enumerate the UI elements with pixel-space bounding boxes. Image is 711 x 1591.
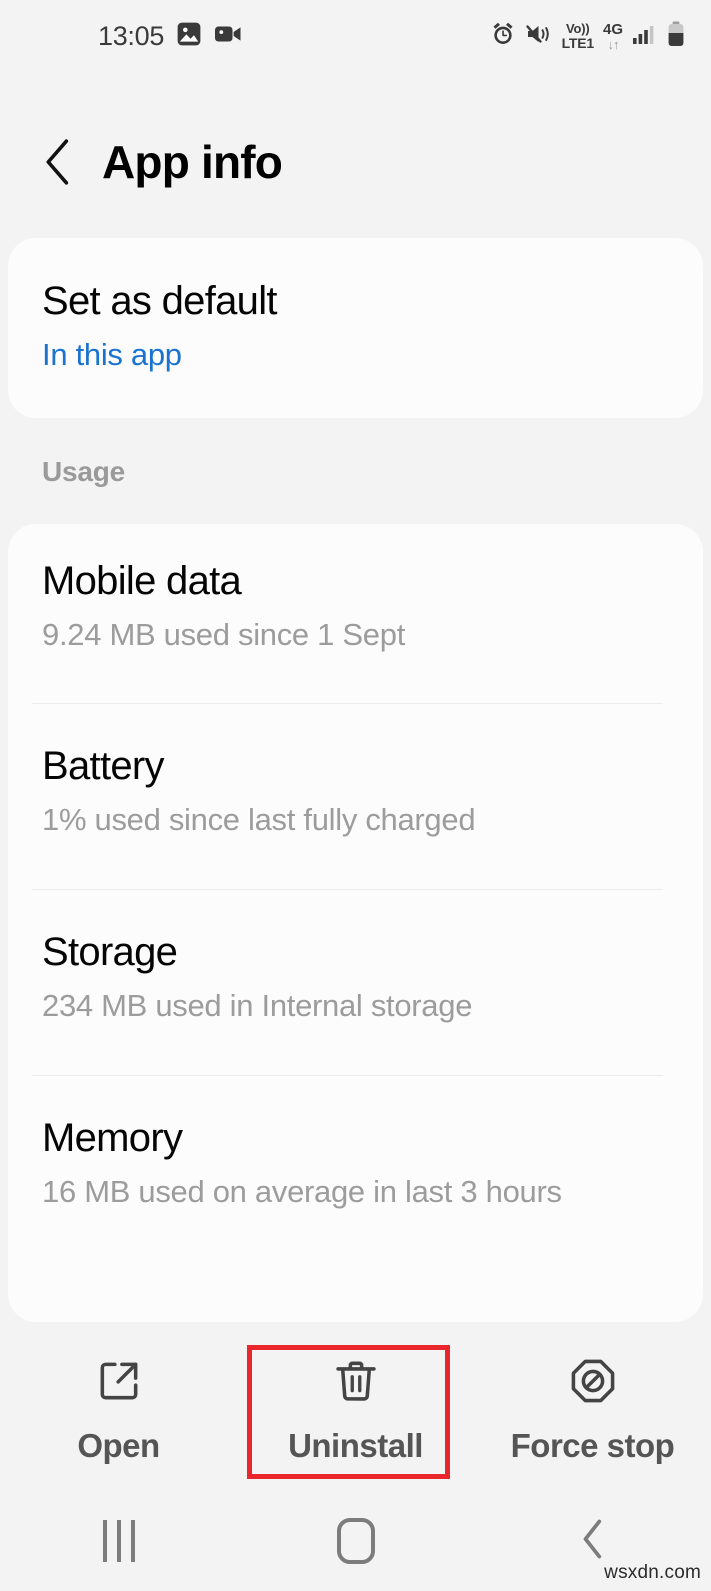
memory-subtitle: 16 MB used on average in last 3 hours [42,1174,562,1210]
usage-row-memory[interactable]: Memory 16 MB used on average in last 3 h… [0,1116,711,1212]
watermark: wsxdn.com [604,1562,701,1583]
force-stop-button[interactable]: Force stop [474,1330,711,1490]
mute-vibrate-icon [525,21,553,52]
battery-title: Battery [42,744,165,788]
volte-top-label: Vo)) [566,21,590,36]
usage-row-battery[interactable]: Battery 1% used since last fully charged [0,744,711,840]
recents-button[interactable] [0,1491,237,1591]
mobile-data-title: Mobile data [42,559,242,603]
alarm-icon [490,21,516,52]
storage-title: Storage [42,930,178,974]
signal-bars-icon [632,22,658,51]
usage-section-label: Usage [42,456,126,487]
phone-screen: 13:05 Vo)) LTE1 4G ↓↑ App info Set as de… [0,0,711,1591]
app-bar: App info [0,112,711,212]
battery-icon [667,21,685,52]
network-type-label: 4G [602,20,623,38]
force-stop-button-label: Force stop [510,1427,675,1464]
home-button[interactable] [237,1491,474,1591]
storage-subtitle: 234 MB used in Internal storage [42,988,473,1024]
set-as-default-title: Set as default [42,279,278,323]
uninstall-button-label: Uninstall [288,1427,423,1464]
open-button-label: Open [77,1427,160,1464]
image-icon [176,21,202,52]
page-title: App info [102,136,283,188]
uninstall-button[interactable]: Uninstall [237,1330,474,1490]
data-transfer-arrows-icon: ↓↑ [607,36,619,52]
home-icon [336,1518,375,1564]
volte-bottom-label: LTE1 [561,35,595,51]
mobile-data-subtitle: 9.24 MB used since 1 Sept [42,617,406,653]
status-bar-left: 13:05 [98,21,242,52]
usage-row-storage[interactable]: Storage 234 MB used in Internal storage [0,930,711,1026]
status-bar: 13:05 Vo)) LTE1 4G ↓↑ [0,0,711,72]
set-as-default-row[interactable]: Set as default In this app [0,279,711,375]
trash-icon [330,1355,382,1407]
recents-icon [102,1520,135,1562]
open-button[interactable]: Open [0,1330,237,1490]
battery-subtitle: 1% used since last fully charged [42,802,476,838]
memory-title: Memory [42,1116,183,1160]
status-clock: 13:05 [98,20,165,51]
volte-indicator: Vo)) LTE1 [561,21,595,51]
back-chevron-icon[interactable] [36,139,80,185]
row-divider [32,703,663,704]
back-icon [578,1516,608,1567]
action-bar: Open Uninstall Force stop [0,1330,711,1490]
usage-row-mobile-data[interactable]: Mobile data 9.24 MB used since 1 Sept [0,559,711,655]
open-in-new-icon [93,1355,145,1407]
network-type-indicator: 4G ↓↑ [603,22,623,51]
row-divider [32,1075,663,1076]
row-divider [32,889,663,890]
set-as-default-subtitle: In this app [42,337,182,373]
video-camera-icon [214,21,242,52]
status-bar-right: Vo)) LTE1 4G ↓↑ [490,21,685,52]
force-stop-icon [567,1355,619,1407]
